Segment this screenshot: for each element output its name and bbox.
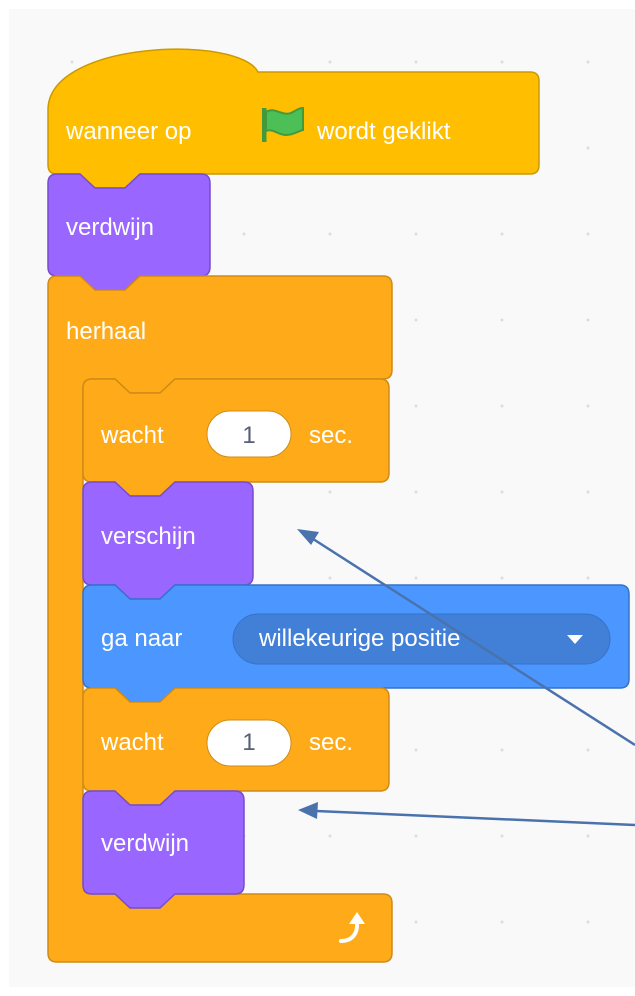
wait-label: wacht xyxy=(101,422,164,449)
go-to-target-value: willekeurige positie xyxy=(259,625,461,652)
script-stack xyxy=(47,48,635,963)
wait-label: wacht xyxy=(101,729,164,756)
hat-label-after-flag: wordt geklikt xyxy=(317,118,451,145)
wait-seconds-value: 1 xyxy=(242,729,256,756)
wait-unit-label: sec. xyxy=(309,729,354,756)
annotation-arrow xyxy=(298,802,635,827)
wait-unit-label: sec. xyxy=(309,422,354,449)
hide-label: verdwijn xyxy=(66,214,155,241)
hat-label-before-flag: wanneer op xyxy=(66,118,192,145)
repeat-label: herhaal xyxy=(66,318,147,345)
hide-label: verdwijn xyxy=(101,830,190,857)
show-label: verschijn xyxy=(101,523,196,550)
wait-seconds-value: 1 xyxy=(242,422,256,449)
go-to-label: ga naar xyxy=(101,625,183,652)
